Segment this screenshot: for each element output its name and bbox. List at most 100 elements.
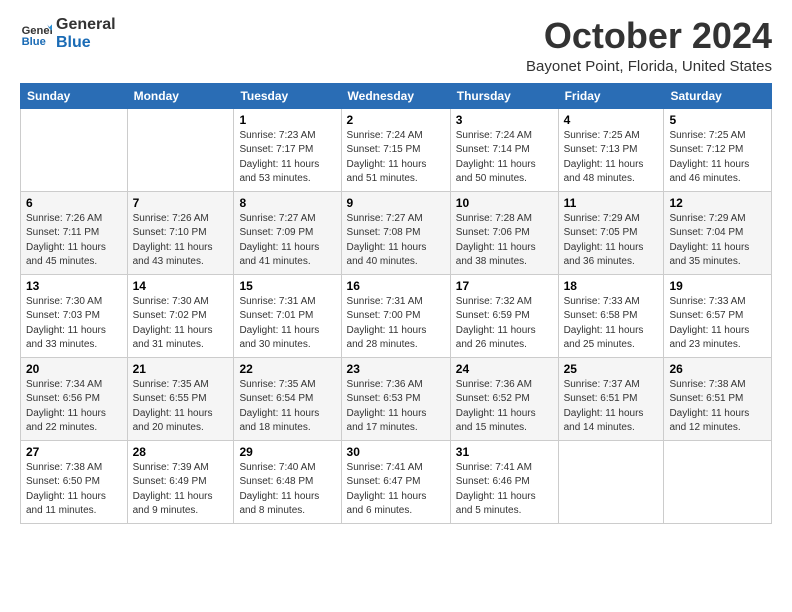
logo-general: General xyxy=(56,16,116,34)
day-info: Sunrise: 7:28 AM Sunset: 7:06 PM Dayligh… xyxy=(456,212,553,270)
dow-header: Thursday xyxy=(450,83,558,108)
day-info: Sunrise: 7:30 AM Sunset: 7:03 PM Dayligh… xyxy=(26,295,122,353)
day-number: 17 xyxy=(456,279,553,293)
calendar-cell: 7 Sunrise: 7:26 AM Sunset: 7:10 PM Daylig… xyxy=(127,191,234,274)
calendar-table: SundayMondayTuesdayWednesdayThursdayFrid… xyxy=(20,83,772,524)
day-number: 5 xyxy=(669,113,766,127)
calendar-cell: 10 Sunrise: 7:28 AM Sunset: 7:06 PM Dayli… xyxy=(450,191,558,274)
day-number: 29 xyxy=(239,445,335,459)
day-number: 16 xyxy=(347,279,445,293)
calendar-cell: 20Sunrise: 7:34 AM Sunset: 6:56 PM Dayli… xyxy=(21,357,128,440)
day-number: 15 xyxy=(239,279,335,293)
day-info: Sunrise: 7:35 AM Sunset: 6:54 PM Dayligh… xyxy=(239,378,335,436)
day-number: 3 xyxy=(456,113,553,127)
logo-blue: Blue xyxy=(56,34,116,52)
day-number: 14 xyxy=(133,279,229,293)
day-number: 7 xyxy=(133,196,229,210)
day-info: Sunrise: 7:26 AM Sunset: 7:10 PM Dayligh… xyxy=(133,212,229,270)
day-info: Sunrise: 7:40 AM Sunset: 6:48 PM Dayligh… xyxy=(239,461,335,519)
calendar-cell: 2 Sunrise: 7:24 AM Sunset: 7:15 PM Daylig… xyxy=(341,108,450,191)
days-of-week-row: SundayMondayTuesdayWednesdayThursdayFrid… xyxy=(21,83,772,108)
day-info: Sunrise: 7:39 AM Sunset: 6:49 PM Dayligh… xyxy=(133,461,229,519)
calendar-cell: 17 Sunrise: 7:32 AM Sunset: 6:59 PM Dayli… xyxy=(450,274,558,357)
month-title: October 2024 xyxy=(526,16,772,56)
calendar-cell: 11Sunrise: 7:29 AM Sunset: 7:05 PM Dayli… xyxy=(558,191,664,274)
day-number: 21 xyxy=(133,362,229,376)
calendar-cell: 9Sunrise: 7:27 AM Sunset: 7:08 PM Daylig… xyxy=(341,191,450,274)
calendar-week-row: 13 Sunrise: 7:30 AM Sunset: 7:03 PM Dayli… xyxy=(21,274,772,357)
dow-header: Sunday xyxy=(21,83,128,108)
day-info: Sunrise: 7:29 AM Sunset: 7:04 PM Dayligh… xyxy=(669,212,766,270)
calendar-cell: 29 Sunrise: 7:40 AM Sunset: 6:48 PM Dayli… xyxy=(234,440,341,523)
day-info: Sunrise: 7:27 AM Sunset: 7:09 PM Dayligh… xyxy=(239,212,335,270)
calendar-cell: 4 Sunrise: 7:25 AM Sunset: 7:13 PM Daylig… xyxy=(558,108,664,191)
calendar-cell: 26 Sunrise: 7:38 AM Sunset: 6:51 PM Dayli… xyxy=(664,357,772,440)
day-number: 22 xyxy=(239,362,335,376)
calendar-cell: 28 Sunrise: 7:39 AM Sunset: 6:49 PM Dayli… xyxy=(127,440,234,523)
dow-header: Monday xyxy=(127,83,234,108)
calendar-cell: 27Sunrise: 7:38 AM Sunset: 6:50 PM Dayli… xyxy=(21,440,128,523)
calendar-cell: 13 Sunrise: 7:30 AM Sunset: 7:03 PM Dayli… xyxy=(21,274,128,357)
svg-text:Blue: Blue xyxy=(22,37,46,49)
calendar-cell xyxy=(21,108,128,191)
dow-header: Saturday xyxy=(664,83,772,108)
day-number: 25 xyxy=(564,362,659,376)
day-info: Sunrise: 7:30 AM Sunset: 7:02 PM Dayligh… xyxy=(133,295,229,353)
day-number: 11 xyxy=(564,196,659,210)
title-block: October 2024 Bayonet Point, Florida, Uni… xyxy=(526,16,772,75)
day-info: Sunrise: 7:36 AM Sunset: 6:52 PM Dayligh… xyxy=(456,378,553,436)
day-info: Sunrise: 7:32 AM Sunset: 6:59 PM Dayligh… xyxy=(456,295,553,353)
day-info: Sunrise: 7:35 AM Sunset: 6:55 PM Dayligh… xyxy=(133,378,229,436)
day-number: 13 xyxy=(26,279,122,293)
calendar-week-row: 1Sunrise: 7:23 AM Sunset: 7:17 PM Daylig… xyxy=(21,108,772,191)
day-number: 6 xyxy=(26,196,122,210)
calendar-cell: 14 Sunrise: 7:30 AM Sunset: 7:02 PM Dayli… xyxy=(127,274,234,357)
day-number: 26 xyxy=(669,362,766,376)
calendar-cell: 22 Sunrise: 7:35 AM Sunset: 6:54 PM Dayli… xyxy=(234,357,341,440)
day-info: Sunrise: 7:24 AM Sunset: 7:15 PM Dayligh… xyxy=(347,129,445,187)
calendar-cell: 12 Sunrise: 7:29 AM Sunset: 7:04 PM Dayli… xyxy=(664,191,772,274)
calendar-cell: 3Sunrise: 7:24 AM Sunset: 7:14 PM Daylig… xyxy=(450,108,558,191)
day-number: 2 xyxy=(347,113,445,127)
day-info: Sunrise: 7:33 AM Sunset: 6:57 PM Dayligh… xyxy=(669,295,766,353)
calendar-week-row: 6Sunrise: 7:26 AM Sunset: 7:11 PM Daylig… xyxy=(21,191,772,274)
calendar-cell: 23Sunrise: 7:36 AM Sunset: 6:53 PM Dayli… xyxy=(341,357,450,440)
page-header: General Blue General Blue October 2024 B… xyxy=(20,16,772,75)
calendar-cell: 8 Sunrise: 7:27 AM Sunset: 7:09 PM Daylig… xyxy=(234,191,341,274)
calendar-cell: 15 Sunrise: 7:31 AM Sunset: 7:01 PM Dayli… xyxy=(234,274,341,357)
day-number: 18 xyxy=(564,279,659,293)
calendar-cell: 18Sunrise: 7:33 AM Sunset: 6:58 PM Dayli… xyxy=(558,274,664,357)
day-number: 10 xyxy=(456,196,553,210)
calendar-cell: 19 Sunrise: 7:33 AM Sunset: 6:57 PM Dayli… xyxy=(664,274,772,357)
svg-text:General: General xyxy=(22,25,52,37)
day-info: Sunrise: 7:31 AM Sunset: 7:00 PM Dayligh… xyxy=(347,295,445,353)
day-info: Sunrise: 7:25 AM Sunset: 7:13 PM Dayligh… xyxy=(564,129,659,187)
calendar-week-row: 27Sunrise: 7:38 AM Sunset: 6:50 PM Dayli… xyxy=(21,440,772,523)
calendar-cell: 21 Sunrise: 7:35 AM Sunset: 6:55 PM Dayli… xyxy=(127,357,234,440)
dow-header: Wednesday xyxy=(341,83,450,108)
day-number: 27 xyxy=(26,445,122,459)
day-info: Sunrise: 7:41 AM Sunset: 6:47 PM Dayligh… xyxy=(347,461,445,519)
day-number: 4 xyxy=(564,113,659,127)
day-number: 30 xyxy=(347,445,445,459)
calendar-cell: 25 Sunrise: 7:37 AM Sunset: 6:51 PM Dayli… xyxy=(558,357,664,440)
day-number: 19 xyxy=(669,279,766,293)
day-number: 12 xyxy=(669,196,766,210)
calendar-cell xyxy=(558,440,664,523)
day-number: 23 xyxy=(347,362,445,376)
dow-header: Tuesday xyxy=(234,83,341,108)
day-number: 28 xyxy=(133,445,229,459)
calendar-cell: 30 Sunrise: 7:41 AM Sunset: 6:47 PM Dayli… xyxy=(341,440,450,523)
dow-header: Friday xyxy=(558,83,664,108)
calendar-week-row: 20Sunrise: 7:34 AM Sunset: 6:56 PM Dayli… xyxy=(21,357,772,440)
logo-icon: General Blue xyxy=(20,18,52,50)
day-info: Sunrise: 7:37 AM Sunset: 6:51 PM Dayligh… xyxy=(564,378,659,436)
day-number: 20 xyxy=(26,362,122,376)
day-info: Sunrise: 7:31 AM Sunset: 7:01 PM Dayligh… xyxy=(239,295,335,353)
day-number: 8 xyxy=(239,196,335,210)
location: Bayonet Point, Florida, United States xyxy=(526,58,772,75)
calendar-cell: 5Sunrise: 7:25 AM Sunset: 7:12 PM Daylig… xyxy=(664,108,772,191)
day-number: 1 xyxy=(239,113,335,127)
day-info: Sunrise: 7:38 AM Sunset: 6:51 PM Dayligh… xyxy=(669,378,766,436)
calendar-cell: 31Sunrise: 7:41 AM Sunset: 6:46 PM Dayli… xyxy=(450,440,558,523)
